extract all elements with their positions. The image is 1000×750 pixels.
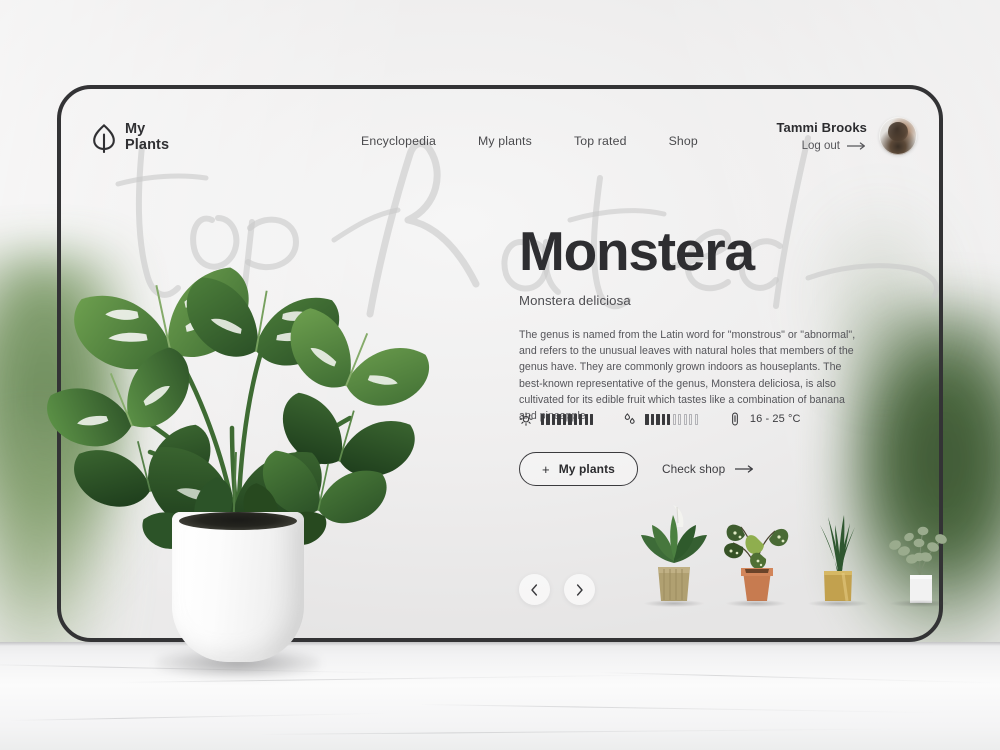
avatar[interactable] [879, 117, 917, 155]
snake-plant-thumbnail[interactable] [797, 497, 879, 609]
cta-row: + My plants Check shop [519, 452, 755, 486]
level-bar [557, 413, 561, 425]
species-description: The genus is named from the Latin word f… [519, 329, 856, 423]
level-bar [661, 413, 665, 425]
marble-veins [0, 642, 1000, 750]
monstera-pot [156, 512, 320, 678]
stat-light-level [519, 411, 594, 427]
chevron-right-icon [576, 583, 583, 596]
temperature-value: 16 - 25 °C [749, 413, 801, 425]
user-text-block: Tammi Brooks Log out [776, 120, 867, 152]
sun-icon [519, 412, 533, 426]
level-bar [573, 413, 577, 425]
nav-item-top-rated[interactable]: Top rated [574, 134, 627, 148]
check-shop-button[interactable]: Check shop [662, 462, 755, 476]
level-bar [678, 414, 681, 425]
level-bar [645, 413, 649, 425]
stat-temperature: 16 - 25 °C [728, 411, 801, 427]
level-bar [656, 413, 660, 425]
thermometer-icon [732, 412, 738, 426]
leaf-icon [93, 123, 115, 153]
water-level-bars [645, 413, 698, 425]
chevron-left-icon [531, 583, 538, 596]
peace-lily-thumbnail[interactable] [633, 497, 715, 609]
check-shop-label: Check shop [661, 462, 726, 476]
thumbnail-shadow [644, 600, 704, 607]
user-name: Tammi Brooks [776, 120, 867, 135]
hero-content: Monstera Monstera deliciosa The genus is… [519, 224, 879, 424]
arrow-right-icon [847, 142, 865, 150]
level-bar [590, 413, 594, 425]
level-bar [546, 413, 550, 425]
nav-item-my-plants[interactable]: My plants [478, 134, 532, 148]
level-bar [541, 413, 545, 425]
plus-icon: + [542, 461, 550, 477]
marble-tabletop [0, 642, 1000, 750]
peace-lily-art [641, 505, 707, 601]
pot-soil [179, 512, 297, 530]
level-bar [689, 414, 692, 425]
nav-item-encyclopedia[interactable]: Encyclopedia [361, 134, 436, 148]
level-bar [568, 413, 572, 425]
brand-line-1: My [125, 121, 146, 137]
care-stats-row: 16 - 25 °C [519, 411, 801, 427]
water-drops-icon [625, 413, 636, 424]
thumbnail-shadow [890, 600, 950, 607]
product-page-scene: My Plants Encyclopedia My plants Top rat… [0, 0, 1000, 750]
brand-logo[interactable]: My Plants [91, 121, 170, 154]
site-header: My Plants Encyclopedia My plants Top rat… [61, 89, 939, 195]
arrow-right-icon [735, 465, 754, 473]
logout-label: Log out [801, 140, 840, 152]
level-bar [673, 414, 676, 425]
stat-water-level [623, 411, 697, 427]
page-title: Monstera [519, 220, 755, 282]
brand-line-2: Plants [125, 136, 170, 153]
main-navigation: Encyclopedia My plants Top rated Shop [361, 134, 698, 148]
eucalyptus-thumbnail[interactable] [879, 497, 961, 609]
carousel-navigation [519, 574, 595, 605]
level-bar [551, 413, 556, 425]
my-plants-button[interactable]: + My plants [519, 452, 638, 486]
thumbnail-shadow [808, 600, 868, 607]
my-plants-button-label: My plants [558, 462, 615, 476]
snake-plant-art [820, 515, 855, 602]
carousel-next-button[interactable] [564, 574, 595, 605]
plant-thumbnail-strip [633, 497, 950, 609]
level-bar [667, 413, 671, 425]
level-bar [562, 413, 567, 425]
brand-name: My Plants [125, 121, 170, 154]
level-bar [695, 414, 698, 425]
pot-body [172, 512, 304, 662]
level-bar [684, 414, 687, 425]
level-bar [584, 413, 588, 425]
logout-button[interactable]: Log out [776, 140, 867, 152]
user-account-area: Tammi Brooks Log out [776, 117, 917, 155]
polka-dot-begonia-thumbnail[interactable] [715, 497, 797, 609]
thumbnail-shadow [726, 600, 786, 607]
light-level-bars [541, 413, 594, 425]
level-bar [579, 413, 583, 425]
species-subtitle: Monstera deliciosa [519, 293, 631, 308]
carousel-prev-button[interactable] [519, 574, 550, 605]
polka-dot-begonia-art [724, 524, 789, 601]
eucalyptus-art [889, 526, 947, 603]
level-bar [650, 413, 655, 425]
nav-item-shop[interactable]: Shop [669, 134, 698, 148]
